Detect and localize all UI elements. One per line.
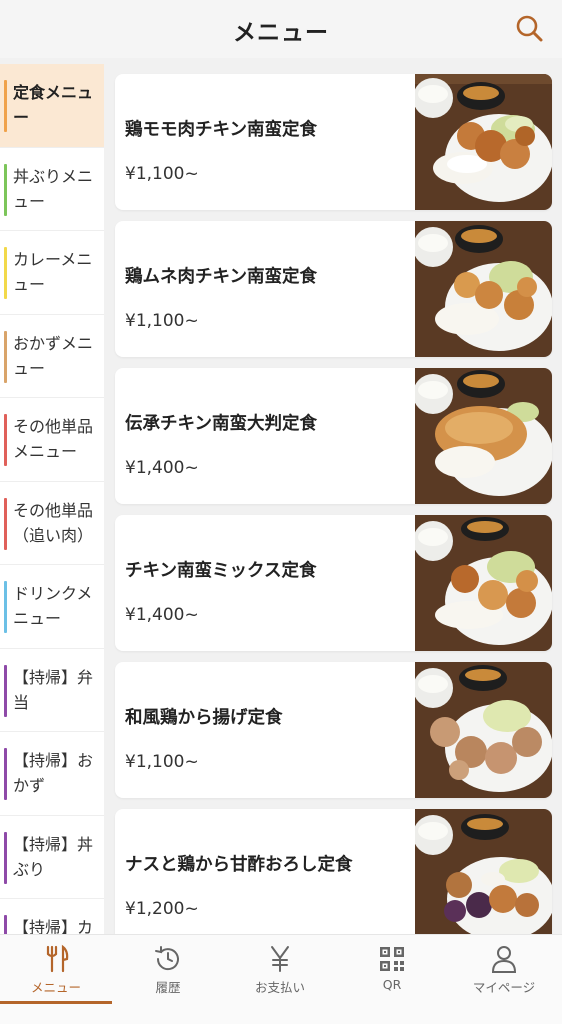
tab-label: QR [382, 977, 402, 992]
search-button[interactable] [512, 11, 548, 47]
category-color-bar [4, 664, 7, 717]
menu-item-name: 和風鶏から揚げ定食 [125, 708, 283, 728]
tab-payment[interactable]: お支払い [224, 935, 336, 1005]
app-header: メニュー [0, 0, 562, 58]
sidebar-item-label: 【持帰】カ [13, 918, 94, 934]
tab-label: メニュー [30, 980, 81, 995]
menu-item-price: ¥1,100~ [125, 311, 199, 331]
tab-label: お支払い [254, 980, 305, 995]
menu-item-price: ¥1,100~ [125, 164, 199, 184]
yen-icon [271, 946, 289, 972]
category-color-bar [4, 748, 7, 800]
tab-qr[interactable]: QR [336, 935, 448, 1005]
sidebar-item-label: 【持帰】おかず [13, 751, 94, 795]
menu-item-card[interactable]: 鶏モモ肉チキン南蛮定食 ¥1,100~ [115, 74, 552, 210]
category-color-bar [4, 581, 7, 633]
sidebar-item-label: カレーメニュー [13, 250, 93, 294]
menu-item-name: チキン南蛮ミックス定食 [125, 561, 317, 581]
page-title: メニュー [233, 20, 329, 46]
user-icon [491, 946, 517, 973]
tab-menu[interactable]: メニュー [0, 935, 112, 1005]
sidebar-item-teishoku[interactable]: 定食メニュー [0, 64, 104, 148]
menu-item-card[interactable]: 鶏ムネ肉チキン南蛮定食 ¥1,100~ [115, 221, 552, 357]
menu-item-price: ¥1,100~ [125, 752, 199, 772]
menu-list: 鶏モモ肉チキン南蛮定食 ¥1,100~ 鶏ムネ肉チキン南蛮定食 ¥1,100~ [104, 64, 562, 934]
sidebar-item-label: その他単品メニュー [13, 417, 94, 461]
menu-item-photo [415, 662, 552, 798]
sidebar-item-label: 丼ぶりメニュー [13, 166, 94, 211]
tab-history[interactable]: 履歴 [112, 935, 224, 1005]
menu-item-photo [415, 221, 552, 357]
search-icon [516, 15, 543, 42]
sidebar-item-takeout-okazu[interactable]: 【持帰】おかず [0, 732, 104, 816]
menu-item-name: 伝承チキン南蛮大判定食 [125, 414, 317, 434]
tab-mypage[interactable]: マイページ [448, 935, 560, 1005]
menu-item-price: ¥1,200~ [125, 899, 199, 919]
menu-item-photo [415, 368, 552, 504]
sidebar-item-label: 【持帰】丼ぶり [13, 834, 94, 879]
sidebar-item-label: その他単品（追い肉） [13, 500, 94, 545]
menu-item-card[interactable]: 伝承チキン南蛮大判定食 ¥1,400~ [115, 368, 552, 504]
category-color-bar [4, 163, 7, 216]
sidebar-item-label: おかずメニュー [13, 333, 94, 378]
menu-item-name: ナスと鶏から甘酢おろし定食 [125, 855, 353, 875]
tab-label: マイページ [472, 980, 536, 995]
sidebar-item-drinks[interactable]: ドリンクメニュー [0, 565, 104, 649]
menu-item-card[interactable]: 和風鶏から揚げ定食 ¥1,100~ [115, 662, 552, 798]
menu-item-price: ¥1,400~ [125, 605, 199, 625]
sidebar-item-extra-meat[interactable]: その他単品（追い肉） [0, 482, 104, 565]
sidebar-item-label: 【持帰】弁当 [13, 667, 94, 712]
menu-item-photo [415, 515, 552, 651]
category-color-bar [4, 414, 7, 466]
menu-item-card[interactable]: ナスと鶏から甘酢おろし定食 ¥1,200~ [115, 809, 552, 934]
menu-item-photo [415, 809, 552, 934]
menu-item-photo [415, 74, 552, 210]
category-color-bar [4, 831, 7, 884]
sidebar-item-takeout-curry[interactable]: 【持帰】カ [0, 899, 104, 934]
category-color-bar [4, 330, 7, 383]
menu-item-name: 鶏ムネ肉チキン南蛮定食 [125, 267, 317, 287]
sidebar-item-donburi[interactable]: 丼ぶりメニュー [0, 148, 104, 231]
category-color-bar [4, 247, 7, 299]
sidebar-item-curry[interactable]: カレーメニュー [0, 231, 104, 315]
sidebar-item-label: 定食メニュー [13, 83, 94, 127]
history-icon [155, 946, 179, 971]
menu-item-name: 鶏モモ肉チキン南蛮定食 [125, 120, 317, 140]
sidebar-item-other-single[interactable]: その他単品メニュー [0, 398, 104, 482]
category-color-bar [4, 80, 7, 132]
sidebar-item-takeout-donburi[interactable]: 【持帰】丼ぶり [0, 816, 104, 899]
sidebar-item-okazu[interactable]: おかずメニュー [0, 315, 104, 398]
tab-label: 履歴 [155, 980, 181, 995]
sidebar-item-takeout-bento[interactable]: 【持帰】弁当 [0, 649, 104, 732]
category-sidebar: 定食メニュー 丼ぶりメニュー カレーメニュー おかずメニュー その他単品メニュー… [0, 64, 104, 934]
menu-item-card[interactable]: チキン南蛮ミックス定食 ¥1,400~ [115, 515, 552, 651]
sidebar-item-label: ドリンクメニュー [13, 584, 93, 628]
bottom-tab-bar: メニュー 履歴 お支払い QR マイページ [0, 934, 562, 1024]
category-color-bar [4, 915, 7, 934]
qr-code-icon [380, 947, 404, 971]
fork-knife-icon [46, 944, 69, 973]
menu-item-price: ¥1,400~ [125, 458, 199, 478]
category-color-bar [4, 497, 7, 550]
active-tab-indicator [0, 1001, 112, 1004]
